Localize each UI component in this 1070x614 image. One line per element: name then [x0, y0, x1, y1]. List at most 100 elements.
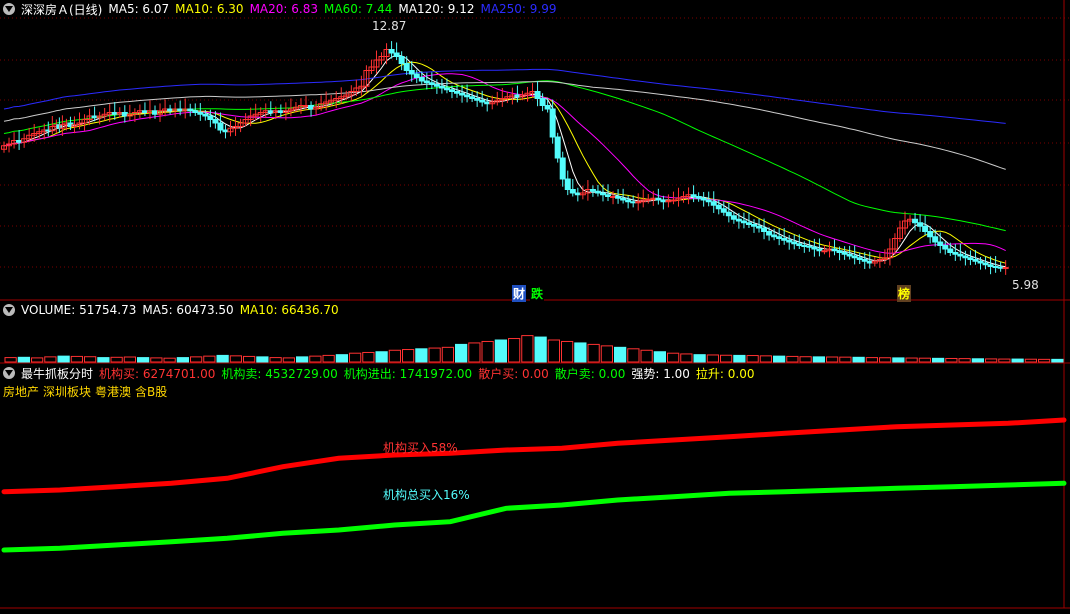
candle-body-88	[433, 84, 440, 87]
volume-bar-66	[879, 357, 892, 363]
candle-body-3	[16, 140, 23, 143]
volume-bar-73	[971, 358, 984, 363]
volume-bar-25	[335, 354, 348, 363]
candle-body-114	[564, 178, 571, 190]
candle-body-157	[781, 238, 788, 241]
candle-body-44	[212, 119, 219, 124]
total-buy-percent-label: 机构总买入16%	[383, 488, 470, 502]
candle-body-151	[750, 224, 757, 227]
sector-tag-0[interactable]: 房地产	[3, 385, 39, 399]
event-marker-1[interactable]: 跌	[530, 285, 545, 302]
candle-body-86	[423, 80, 430, 84]
candle-body-149	[740, 220, 747, 224]
candle-body-85	[418, 77, 425, 82]
volume-bar-10	[137, 357, 150, 363]
volume-bar-28	[375, 351, 388, 363]
candle-body-32	[152, 110, 159, 115]
candle-body-152	[756, 225, 763, 229]
candle-body-163	[811, 246, 818, 250]
candle-body-147	[730, 215, 737, 220]
indicator-legend-item-5: 强势: 1.00	[631, 366, 690, 381]
candle-body-167	[831, 248, 838, 252]
candle-body-189	[942, 245, 949, 250]
volume-bar-1	[17, 356, 30, 363]
candle-body-89	[438, 85, 445, 89]
volume-bar-75	[998, 358, 1011, 363]
volume-bar-49	[653, 351, 666, 363]
candle-body-144	[715, 204, 722, 210]
candle-body-87	[428, 82, 435, 85]
candle-body-20	[91, 115, 98, 119]
candle-body-108	[534, 91, 541, 99]
candle-body-155	[771, 234, 778, 238]
high-price-label: 12.87	[372, 19, 407, 33]
candle-body-165	[821, 250, 828, 253]
volume-bar-45	[600, 345, 613, 363]
candle-body-187	[932, 236, 939, 243]
volume-legend-item-1: MA5: 60473.50	[142, 303, 234, 317]
low-price-label: 5.98	[1012, 278, 1039, 292]
candle-body-83	[408, 70, 415, 75]
indicator-menu-button[interactable]	[3, 367, 15, 379]
candle-body-109	[539, 98, 546, 106]
volume-bar-32	[428, 347, 441, 363]
candle-body-153	[761, 227, 768, 232]
volume-bar-8	[110, 356, 123, 363]
main-chart-menu-button[interactable]	[3, 3, 15, 15]
candle-body-150	[745, 222, 752, 225]
candle-body-140	[695, 196, 702, 199]
volume-bar-37	[494, 339, 507, 363]
volume-bar-51	[680, 353, 693, 363]
volume-bar-78	[1038, 358, 1051, 363]
volume-legend: VOLUME: 51754.73 MA5: 60473.50 MA10: 66436…	[0, 301, 351, 319]
volume-bar-17	[229, 355, 242, 363]
sector-tag-1[interactable]: 深圳板块	[43, 385, 91, 399]
candle-body-142	[705, 199, 712, 203]
ma-legend-item-1: MA10: 6.30	[175, 2, 244, 16]
candle-body-43	[207, 115, 214, 120]
sector-tag-3[interactable]: 含B股	[135, 385, 167, 399]
volume-bar-24	[322, 354, 335, 363]
chevron-down-icon	[5, 307, 13, 313]
ma-line-10	[3, 61, 1006, 264]
ma-legend-item-2: MA20: 6.83	[249, 2, 318, 16]
sector-tag-2[interactable]: 粤港澳	[95, 385, 131, 399]
volume-bar-74	[985, 358, 998, 363]
indicator-legend: 最牛抓板分时 机构买: 6274701.00 机构卖: 4532729.00 机构进…	[0, 364, 767, 382]
candle-body-122	[605, 194, 612, 197]
candle-body-94	[464, 94, 471, 98]
volume-bar-58	[773, 355, 786, 363]
candle-body-39	[187, 108, 194, 112]
volume-bar-53	[706, 354, 719, 363]
volume-bar-52	[693, 354, 706, 363]
volume-bar-48	[640, 349, 653, 363]
candle-body-112	[554, 136, 561, 159]
indicator-legend-item-3: 散户买: 0.00	[478, 366, 549, 381]
volume-legend-item-0: VOLUME: 51754.73	[21, 303, 137, 317]
indicator-line-1	[1, 480, 1067, 553]
volume-bar-15	[203, 355, 216, 363]
candle-body-116	[574, 192, 581, 196]
candle-body-127	[630, 201, 637, 204]
candle-body-196	[977, 260, 984, 264]
moving-average-lines	[3, 54, 1006, 268]
candle-body-42	[202, 113, 209, 117]
volume-bar-68	[905, 357, 918, 363]
candle-body-35	[167, 108, 174, 112]
event-marker-0[interactable]: 财	[512, 285, 527, 302]
volume-bar-23	[309, 355, 322, 363]
sector-tags: 房地产 深圳板块 粤港澳 含B股	[3, 383, 171, 400]
event-marker-2[interactable]: 榜	[897, 285, 912, 302]
volume-bar-9	[123, 356, 136, 363]
candle-body-82	[403, 63, 410, 71]
candle-body-93	[459, 92, 466, 96]
volume-bar-18	[243, 355, 256, 363]
volume-menu-button[interactable]	[3, 304, 15, 316]
candle-body-200	[997, 266, 1004, 269]
candle-body-45	[217, 122, 224, 131]
candle-body-124	[615, 196, 622, 199]
main-chart-legend: 深深房Ａ(日线) MA5: 6.07 MA10: 6.30 MA20: 6.83 MA…	[0, 0, 569, 18]
ma-legend-item-3: MA60: 7.44	[324, 2, 393, 16]
volume-bar-71	[945, 357, 958, 363]
indicator-legend-item-0: 机构买: 6274701.00	[99, 366, 216, 381]
